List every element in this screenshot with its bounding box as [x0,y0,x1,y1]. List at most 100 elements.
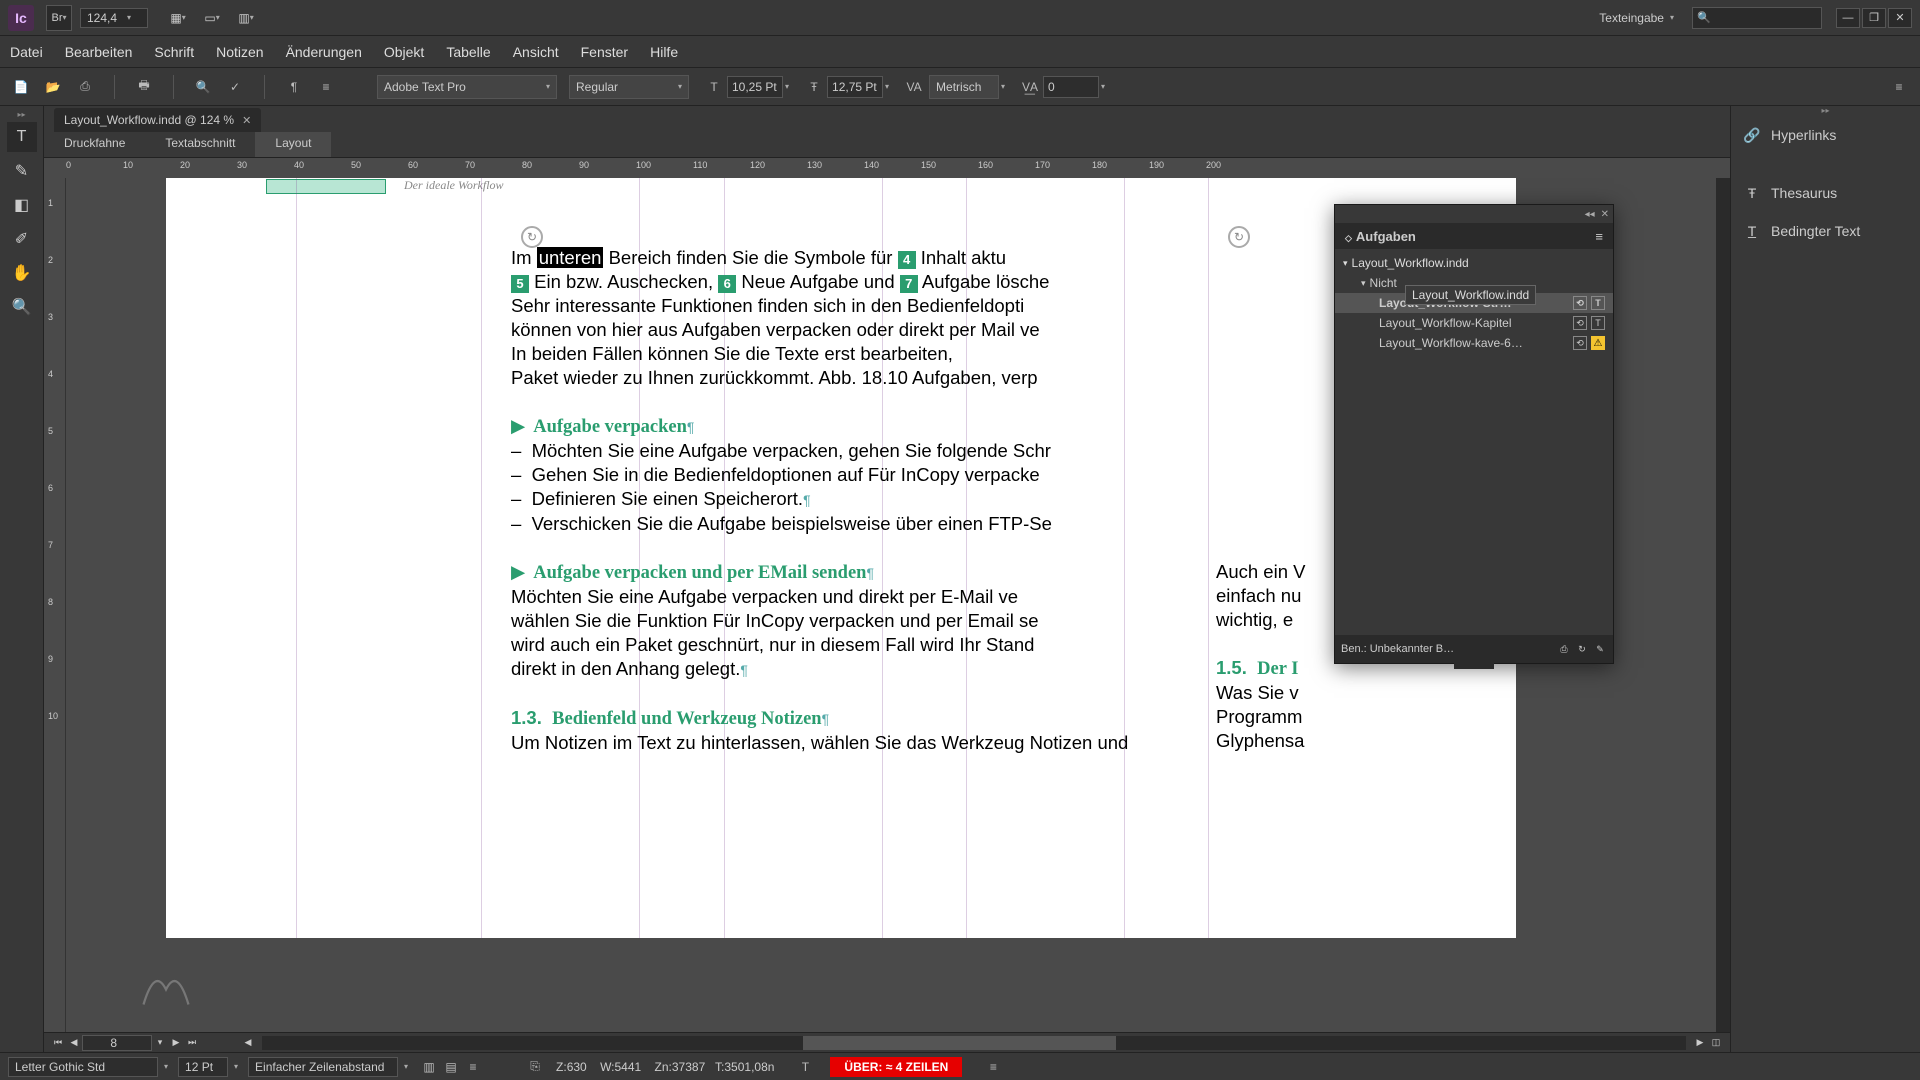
assignment-item-label: Layout_Workflow-Kapitel [1379,316,1512,330]
last-page-button[interactable]: ⏭ [184,1036,200,1050]
zoom-dropdown[interactable]: 124,4▾ [80,8,148,28]
menu-aenderungen[interactable]: Änderungen [286,44,362,60]
bridge-label: Br [51,12,62,24]
font-style-value: Regular [576,80,618,94]
ruler-origin[interactable] [44,158,66,178]
panel-conditional-text[interactable]: T̲Bedingter Text [1731,212,1920,250]
update-icon[interactable]: ⎙ [1557,642,1571,656]
workspace-dropdown[interactable]: Texteingabe▾ [1599,11,1674,25]
view-tab-druckfahne[interactable]: Druckfahne [44,132,145,157]
panel-title: Aufgaben [1356,229,1416,244]
screen-mode-icon[interactable]: ▭▾ [202,8,222,28]
eyedropper-tool[interactable]: ✐ [7,224,37,254]
position-tool[interactable]: ◧ [7,190,37,220]
toolbox: ▸▸ T ✎ ◧ ✐ ✋ 🔍 [0,106,44,1052]
menu-schrift[interactable]: Schrift [154,44,194,60]
minimize-button[interactable]: — [1836,8,1860,28]
refresh-icon[interactable]: ↻ [1575,642,1589,656]
maximize-button[interactable]: ❐ [1862,8,1886,28]
menu-bearbeiten[interactable]: Bearbeiten [65,44,133,60]
view-options-icon[interactable]: ▦▾ [168,8,188,28]
menu-ansicht[interactable]: Ansicht [513,44,559,60]
assignment-list: ▾Layout_Workflow.indd ▾Nicht Layout_Work… [1335,249,1613,357]
assignment-item[interactable]: Layout_Workflow-kave-6… ⟲⚠ [1335,333,1613,353]
columns-icon[interactable]: ▥ [418,1056,440,1078]
panel-hyperlinks[interactable]: 🔗Hyperlinks [1731,116,1920,154]
close-tab-icon[interactable]: ✕ [242,114,251,127]
panel-menu-icon[interactable]: ≡ [462,1056,484,1078]
spellcheck-icon[interactable]: ✓ [224,76,246,98]
panel-menu-icon[interactable]: ≡ [1888,76,1910,98]
tracking-input[interactable]: 0 [1043,76,1099,98]
refresh-icon[interactable]: ↻ [1228,226,1250,248]
first-page-button[interactable]: ⏮ [50,1036,66,1050]
assignments-panel[interactable]: ◂◂ ✕ ◇Aufgaben ≡ ▾Layout_Workflow.indd ▾… [1334,204,1614,664]
checkout-icon[interactable]: ✎ [1593,642,1607,656]
menu-datei[interactable]: Datei [10,44,43,60]
scroll-left-button[interactable]: ◀ [240,1036,256,1050]
scrollbar-horizontal[interactable] [262,1036,1686,1050]
status-spacing-dropdown[interactable]: Einfacher Zeilenabstand [248,1057,398,1077]
close-panel-icon[interactable]: ✕ [1601,209,1609,220]
next-page-button[interactable]: ▶ [168,1036,184,1050]
font-family-dropdown[interactable]: Adobe Text Pro▾ [377,75,557,99]
status-font-dropdown[interactable]: Letter Gothic Std [8,1057,158,1077]
menu-objekt[interactable]: Objekt [384,44,424,60]
font-style-dropdown[interactable]: Regular▾ [569,75,689,99]
tooltip: Layout_Workflow.indd [1405,285,1536,305]
workspace-label: Texteingabe [1599,11,1664,25]
body-text[interactable]: Im unteren Bereich finden Sie die Symbol… [511,246,1151,755]
right-panel-group: ▸▸ 🔗Hyperlinks ŦThesaurus T̲Bedingter Te… [1730,106,1920,1052]
chevron-down-icon[interactable]: ▾ [152,1036,168,1050]
arrange-docs-icon[interactable]: ▥▾ [236,8,256,28]
panel-menu-icon[interactable]: ≡ [982,1056,1004,1078]
hand-tool[interactable]: ✋ [7,258,37,288]
menu-tabelle[interactable]: Tabelle [446,44,490,60]
assignment-root[interactable]: ▾Layout_Workflow.indd [1335,253,1613,273]
status-size-dropdown[interactable]: 12 Pt [178,1057,228,1077]
prev-page-button[interactable]: ◀ [66,1036,82,1050]
pilcrow-icon[interactable]: ¶ [283,76,305,98]
text-stats-icon[interactable]: T [794,1056,816,1078]
overset-indicator[interactable]: ÜBER: ≈ 4 ZEILEN [830,1057,962,1077]
collapse-icon[interactable]: ▸▸ [0,110,43,120]
print-icon[interactable]: 🖶 [133,76,155,98]
scrollbar-vertical[interactable] [1716,178,1730,1032]
document-tab[interactable]: Layout_Workflow.indd @ 124 % ✕ [54,108,261,132]
view-tab-textabschnitt[interactable]: Textabschnitt [145,132,255,157]
close-button[interactable]: ✕ [1888,8,1912,28]
refresh-icon[interactable]: ↻ [521,226,543,248]
open-icon[interactable]: 📂 [42,76,64,98]
search-icon: 🔍 [1697,11,1711,24]
view-tab-layout[interactable]: Layout [255,132,331,157]
panel-menu-icon[interactable]: ≡ [315,76,337,98]
menu-hilfe[interactable]: Hilfe [650,44,678,60]
split-view-button[interactable]: ◫ [1708,1036,1724,1050]
resize-grip[interactable] [1454,663,1494,669]
collapse-panel-icon[interactable]: ◂◂ [1585,209,1595,220]
align-icon[interactable]: ▤ [440,1056,462,1078]
bridge-button[interactable]: Br▾ [46,5,72,31]
scroll-right-button[interactable]: ▶ [1692,1036,1708,1050]
ruler-vertical[interactable]: 12345678910 [44,178,66,1032]
menu-notizen[interactable]: Notizen [216,44,263,60]
assignment-item[interactable]: Layout_Workflow-Kapitel ⟲T [1335,313,1613,333]
zoom-tool[interactable]: 🔍 [7,292,37,322]
leading-input[interactable]: 12,75 Pt [827,76,883,98]
font-size-input[interactable]: 10,25 Pt [727,76,783,98]
type-tool[interactable]: T [7,122,37,152]
kerning-dropdown[interactable]: Metrisch [929,75,999,99]
note-tool[interactable]: ✎ [7,156,37,186]
search-input[interactable]: 🔍 [1692,7,1822,29]
font-family-value: Adobe Text Pro [384,80,466,94]
menu-fenster[interactable]: Fenster [581,44,628,60]
zoom-value: 124,4 [87,11,117,25]
panel-menu-icon[interactable]: ≡ [1595,229,1603,244]
find-icon[interactable]: 🔍 [192,76,214,98]
panel-thesaurus[interactable]: ŦThesaurus [1731,174,1920,212]
save-icon[interactable]: ⎙ [74,76,96,98]
collapse-icon[interactable]: ▸▸ [1731,106,1920,116]
new-icon[interactable]: 📄 [10,76,32,98]
page-number-input[interactable]: 8 [82,1035,152,1051]
info-icon[interactable]: ⎘ [524,1056,546,1078]
